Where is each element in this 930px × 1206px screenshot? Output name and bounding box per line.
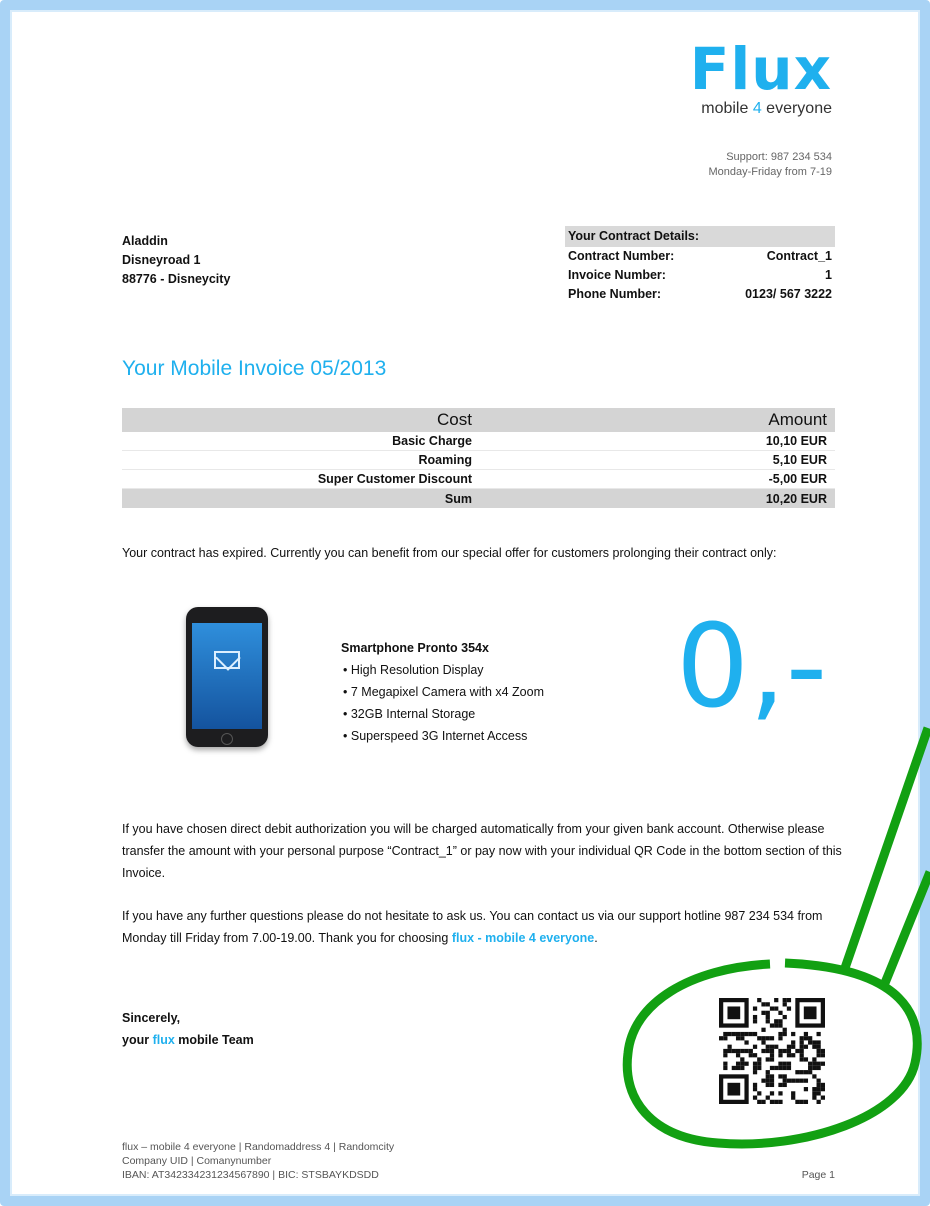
contract-label: Phone Number: — [568, 287, 662, 301]
sum-amount: 10,20 EUR — [765, 491, 827, 506]
invoice-page: Flux mobile 4 everyone Support: 987 234 … — [0, 0, 930, 1206]
flux-logo: Flux mobile 4 everyone — [690, 40, 832, 118]
cost-table: Cost Amount Basic Charge 10,10 EUR Roami… — [122, 408, 835, 508]
signature-line: your flux mobile Team — [122, 1029, 254, 1051]
home-button-icon — [221, 733, 233, 745]
feature-text: High Resolution Display — [350, 663, 484, 677]
brand-link: flux - mobile 4 everyone — [451, 931, 595, 945]
feature-text: 7 Megapixel Camera with x4 Zoom — [350, 685, 544, 699]
feature-item: • High Resolution Display — [343, 663, 484, 677]
closing-line: Sincerely, — [122, 1011, 181, 1025]
feature-item: • Superspeed 3G Internet Access — [343, 729, 528, 743]
payment-paragraph: If you have chosen direct debit authoriz… — [122, 822, 842, 880]
table-row: Basic Charge 10,10 EUR — [122, 432, 835, 451]
mail-icon — [214, 651, 240, 669]
feature-item: • 32GB Internal Storage — [343, 707, 476, 721]
invoice-title: Your Mobile Invoice 05/2013 — [122, 357, 387, 380]
tag-pre: mobile — [701, 100, 753, 117]
table-row: Roaming 5,10 EUR — [122, 451, 835, 470]
cost-table-header: Cost Amount — [122, 408, 835, 432]
customer-name: Aladdin — [122, 234, 168, 248]
table-row: Super Customer Discount -5,00 EUR — [122, 470, 835, 489]
cost-label: Roaming — [418, 453, 472, 467]
support-paragraph: If you have any further questions please… — [122, 905, 842, 949]
support-phone: Support: 987 234 534 — [726, 151, 832, 163]
product-features: Smartphone Pronto 354x • High Resolution… — [341, 637, 544, 747]
contract-row: Contract Number: Contract_1 — [565, 247, 835, 266]
customer-street: Disneyroad 1 — [122, 253, 201, 267]
contract-heading: Your Contract Details: — [565, 226, 835, 247]
logo-tagline: mobile 4 everyone — [690, 100, 832, 118]
footer-company: Company UID | Comanynumber — [122, 1155, 272, 1167]
cost-label: Super Customer Discount — [317, 472, 472, 486]
smartphone-image — [186, 607, 268, 747]
signature-pre: your — [122, 1033, 153, 1047]
footer-address: flux – mobile 4 everyone | Randomaddress… — [122, 1141, 395, 1153]
product-name: Smartphone Pronto 354x — [341, 641, 489, 655]
amount-header: Amount — [768, 410, 827, 429]
contract-row: Phone Number: 0123/ 567 3222 — [565, 285, 835, 304]
support-text-end: . — [594, 931, 598, 945]
cost-amount: 5,10 EUR — [772, 453, 827, 467]
contract-value: 1 — [825, 268, 832, 282]
tag-post: everyone — [761, 100, 832, 117]
signature-brand: flux — [152, 1033, 175, 1047]
footer: flux – mobile 4 everyone | Randomaddress… — [122, 1140, 394, 1182]
phone-screen — [192, 623, 262, 729]
contract-value: 0123/ 567 3222 — [745, 287, 832, 301]
page-number: Page 1 — [801, 1169, 835, 1181]
feature-item: • 7 Megapixel Camera with x4 Zoom — [343, 685, 544, 699]
offer-text: Your contract has expired. Currently you… — [122, 546, 777, 560]
feature-text: Superspeed 3G Internet Access — [350, 729, 528, 743]
contract-value: Contract_1 — [766, 249, 832, 263]
closing: Sincerely, your flux mobile Team — [122, 1007, 254, 1051]
offer-price: 0,- — [676, 600, 828, 734]
support-info: Support: 987 234 534 Monday-Friday from … — [709, 150, 833, 180]
contract-row: Invoice Number: 1 — [565, 266, 835, 285]
customer-city: 88776 - Disneycity — [122, 272, 231, 286]
cost-header: Cost — [437, 410, 472, 429]
signature-post: mobile Team — [174, 1033, 254, 1047]
payment-qr-code[interactable] — [719, 998, 825, 1104]
cost-amount: 10,10 EUR — [765, 434, 827, 448]
sum-row: Sum 10,20 EUR — [122, 489, 835, 508]
contract-details: Your Contract Details: Contract Number: … — [565, 226, 835, 304]
support-hours: Monday-Friday from 7-19 — [708, 166, 833, 178]
feature-text: 32GB Internal Storage — [350, 707, 476, 721]
contract-label: Contract Number: — [568, 249, 675, 263]
tag-four: 4 — [752, 100, 762, 117]
cost-amount: -5,00 EUR — [768, 472, 827, 486]
contract-label: Invoice Number: — [568, 268, 666, 282]
footer-bank: IBAN: AT342334231234567890 | BIC: STSBAY… — [122, 1169, 379, 1181]
customer-address: Aladdin Disneyroad 1 88776 - Disneycity — [122, 232, 230, 289]
logo-wordmark: Flux — [689, 35, 832, 103]
sum-label: Sum — [444, 491, 472, 506]
cost-label: Basic Charge — [392, 434, 472, 448]
